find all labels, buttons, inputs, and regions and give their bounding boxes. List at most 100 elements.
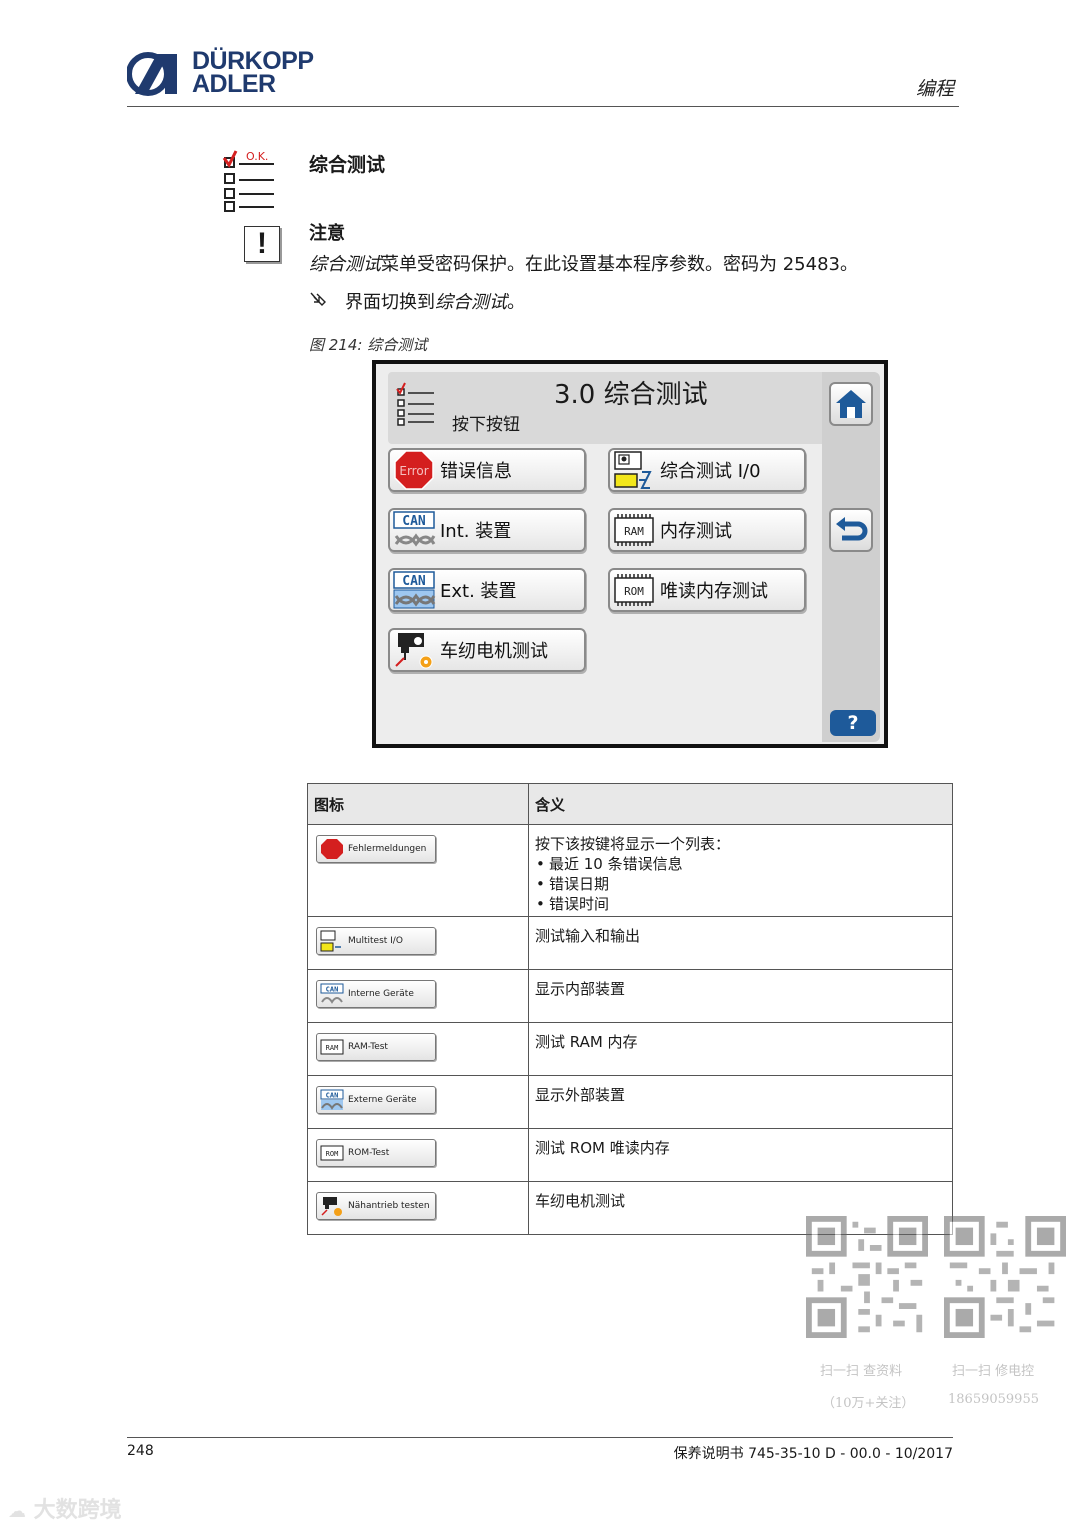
ram-chip-icon: RAM	[320, 1039, 344, 1055]
screen-title: 3.0 综合测试	[554, 380, 708, 410]
error-info-button[interactable]: Error 错误信息	[388, 448, 586, 492]
icon-cell: Multitest I/O	[307, 916, 529, 970]
can-icon-text: CAN	[326, 986, 339, 994]
button-label: Externe Geräte	[348, 1095, 417, 1105]
can-icon-text: CAN	[402, 514, 426, 529]
multitest-checklist-icon: O.K.	[222, 150, 274, 212]
home-icon	[836, 390, 866, 418]
control-panel-screen: 3.0 综合测试 按下按钮 Error 错误信息 综合测试 I/0 CAN In…	[372, 360, 888, 748]
multitest-io-button[interactable]: 综合测试 I/0	[608, 448, 806, 492]
error-info-label: 错误信息	[440, 461, 512, 482]
meaning-cell: 测试 RAM 内存	[528, 1022, 953, 1076]
watermark-caption: 扫一扫 修电控	[952, 1364, 1035, 1379]
externe-geraete-button: CAN Externe Geräte	[316, 1086, 436, 1114]
duerkopp-adler-logo	[127, 52, 177, 96]
meaning-cell: 显示内部装置	[528, 969, 953, 1023]
multitest-io-icon	[320, 930, 341, 952]
icon-meaning-table: 图标 含义 Fehlermeldungen 按下该按键将显示一个列表： 最近 1…	[307, 783, 953, 1235]
ram-icon-text: RAM	[624, 525, 644, 538]
naehantrieb-testen-button: Nähantrieb testen	[316, 1192, 436, 1220]
multitest-io-mini-button: Multitest I/O	[316, 927, 436, 955]
icon-cell: CAN Externe Geräte	[307, 1075, 529, 1129]
note-title: 注意	[309, 223, 345, 244]
cloud-icon: ☁	[8, 1501, 26, 1522]
interne-geraete-button: CAN Interne Geräte	[316, 980, 436, 1008]
note-menu-name: 综合测试	[309, 254, 381, 275]
screen-subtitle: 按下按钮	[452, 415, 520, 435]
meaning-text: 按下该按键将显示一个列表：	[535, 835, 731, 853]
can-icon-text: CAN	[326, 1092, 339, 1100]
table-row: ROM ROM-Test 测试 ROM 唯读内存	[307, 1128, 953, 1182]
meaning-cell: 显示外部装置	[528, 1075, 953, 1129]
icon-cell: RAM RAM-Test	[307, 1022, 529, 1076]
button-label: Interne Geräte	[348, 989, 414, 999]
can-bus-icon: CAN	[393, 511, 436, 547]
rom-chip-icon: ROM	[320, 1145, 344, 1161]
screen-side-bar	[822, 372, 880, 742]
figure-caption: 图 214: 综合测试	[309, 336, 428, 354]
multitest-io-label: 综合测试 I/0	[660, 461, 761, 482]
button-label: Nähantrieb testen	[348, 1201, 430, 1211]
ram-icon-text: RAM	[326, 1044, 339, 1052]
meaning-cell: 测试输入和输出	[528, 916, 953, 970]
table-row: CAN Externe Geräte 显示外部装置	[307, 1075, 953, 1129]
back-button[interactable]	[829, 508, 873, 552]
ram-chip-icon: RAM	[614, 514, 654, 546]
error-icon-text: Error	[399, 464, 428, 478]
external-devices-button[interactable]: CAN Ext. 装置	[388, 568, 586, 612]
error-stop-icon: Error	[394, 450, 434, 490]
page-number: 248	[127, 1443, 154, 1459]
document-reference: 保养说明书 745-35-10 D - 00.0 - 10/2017	[673, 1446, 953, 1462]
footer-divider	[127, 1437, 953, 1438]
rom-test-button[interactable]: ROM 唯读内存测试	[608, 568, 806, 612]
internal-devices-button[interactable]: CAN Int. 装置	[388, 508, 586, 552]
rom-icon-text: ROM	[326, 1150, 339, 1158]
qr-code-image	[944, 1216, 1066, 1338]
list-item: 错误时间	[536, 894, 946, 914]
hand-pointer-icon	[310, 292, 326, 306]
checklist-icon	[396, 382, 434, 426]
list-item: 最近 10 条错误信息	[536, 854, 946, 874]
icon-cell: CAN Interne Geräte	[307, 969, 529, 1023]
exclamation-icon: !	[244, 226, 280, 262]
multitest-io-icon	[614, 451, 652, 489]
watermark-caption: 18659059955	[948, 1392, 1039, 1407]
icon-cell: Nähantrieb testen	[307, 1181, 529, 1235]
home-button[interactable]	[829, 382, 873, 426]
note-body: 菜单受密码保护。在此设置基本程序参数。密码为 25483。	[381, 254, 858, 275]
brand-wordmark: DÜRKOPP ADLER	[192, 49, 314, 98]
sewing-motor-icon	[395, 633, 433, 669]
can-bus-icon: CAN	[320, 983, 344, 1004]
rom-test-mini-button: ROM ROM-Test	[316, 1139, 436, 1167]
icon-cell: Fehlermeldungen	[307, 824, 529, 917]
watermark-caption: 扫一扫 查资料	[820, 1364, 903, 1379]
rom-chip-icon: ROM	[614, 574, 654, 606]
step-menu-name: 综合测试	[435, 292, 507, 313]
meaning-list: 最近 10 条错误信息 错误日期 错误时间	[535, 854, 946, 914]
button-label: RAM-Test	[348, 1042, 388, 1052]
step-text: 界面切换到	[345, 292, 435, 313]
list-item: 错误日期	[536, 874, 946, 894]
section-title: 综合测试	[309, 154, 386, 176]
ram-test-label: 内存测试	[660, 521, 732, 542]
sewing-motor-icon	[321, 1197, 342, 1216]
meaning-cell: 测试 ROM 唯读内存	[528, 1128, 953, 1182]
header-divider	[127, 106, 959, 107]
button-label: Multitest I/O	[348, 936, 403, 946]
button-label: ROM-Test	[348, 1148, 390, 1158]
sewing-motor-test-button[interactable]: 车纫电机测试	[388, 628, 586, 672]
brand-line-2: ADLER	[192, 70, 276, 98]
ram-test-button[interactable]: RAM 内存测试	[608, 508, 806, 552]
help-button[interactable]: ?	[830, 710, 876, 736]
ram-test-mini-button: RAM RAM-Test	[316, 1033, 436, 1061]
watermark-brand-text: 大数跨境	[33, 1498, 122, 1523]
fehlermeldungen-button: Fehlermeldungen	[316, 835, 436, 863]
chapter-title: 编程	[915, 78, 954, 100]
qr-code-image	[806, 1216, 928, 1338]
instruction-step: 界面切换到综合测试。	[309, 288, 525, 314]
step-end: 。	[507, 292, 525, 313]
error-stop-icon	[321, 839, 343, 859]
meaning-cell: 按下该按键将显示一个列表： 最近 10 条错误信息 错误日期 错误时间	[528, 824, 953, 917]
sewing-motor-test-label: 车纫电机测试	[440, 641, 548, 662]
col-header-icon: 图标	[307, 783, 529, 825]
